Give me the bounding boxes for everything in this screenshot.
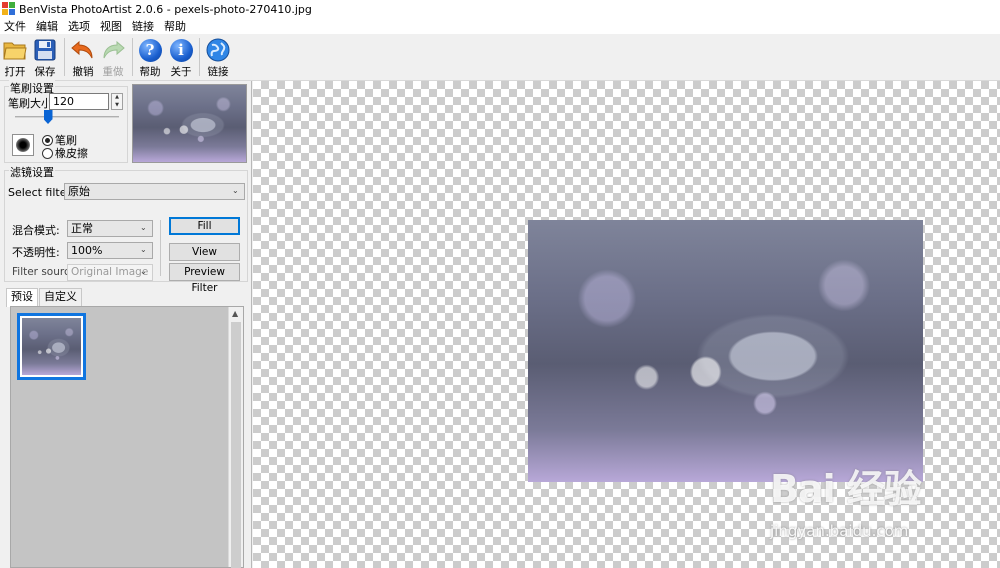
watermark-logo: Bai 经验 — [770, 467, 922, 511]
preset-thumbnail[interactable] — [17, 313, 86, 380]
about-label: 关于 — [170, 66, 192, 78]
opacity-select[interactable]: 100% ⌄ — [67, 242, 153, 259]
help-question-icon: ? — [137, 37, 163, 63]
toolbar-separator — [64, 38, 65, 76]
menu-view[interactable]: 视图 — [100, 18, 122, 34]
divider — [160, 220, 161, 276]
view-original-button[interactable]: View Original — [169, 243, 240, 274]
tab-presets[interactable]: 预设 — [6, 288, 38, 307]
preset-scrollbar[interactable]: ▲ — [228, 307, 243, 568]
about-button[interactable]: i 关于 — [166, 37, 196, 79]
floppy-disk-icon — [32, 37, 58, 63]
undo-arrow-icon — [70, 37, 96, 63]
chevron-down-icon: ⌄ — [140, 267, 147, 276]
preset-image — [22, 318, 81, 375]
brush-size-stepper[interactable]: ▲ ▼ — [111, 93, 123, 110]
opacity-value: 100% — [71, 244, 103, 257]
redo-button[interactable]: 重做 — [98, 37, 128, 79]
preset-tabs: 预设 自定义 — [6, 288, 83, 307]
save-label: 保存 — [34, 66, 56, 78]
title-bar: BenVista PhotoArtist 2.0.6 - pexels-phot… — [0, 0, 1000, 18]
folder-open-icon — [2, 37, 28, 63]
globe-icon — [205, 37, 231, 63]
brush-size-input[interactable]: 120 — [49, 93, 109, 110]
main-photo[interactable] — [528, 220, 923, 482]
menu-edit[interactable]: 编辑 — [36, 18, 58, 34]
blend-mode-label: 混合模式: — [12, 224, 60, 237]
fill-button[interactable]: Fill — [169, 217, 240, 235]
navigator-thumbnail[interactable] — [132, 84, 247, 163]
scroll-up-icon[interactable]: ▲ — [232, 309, 238, 318]
filter-select[interactable]: 原始 ⌄ — [64, 183, 245, 200]
link-label: 链接 — [207, 66, 229, 78]
preview-filter-button[interactable]: Preview Filter — [169, 263, 240, 294]
menu-link[interactable]: 链接 — [132, 18, 154, 34]
radio-dot — [42, 134, 53, 146]
menu-bar: 文件 编辑 选项 视图 链接 帮助 — [0, 18, 1000, 34]
chevron-down-icon: ⌄ — [232, 186, 239, 195]
toolbar-separator — [132, 38, 133, 76]
watermark-url: jingyan.baidu.com — [770, 522, 909, 540]
radio-dot — [42, 147, 53, 159]
menu-file[interactable]: 文件 — [4, 18, 26, 34]
settings-panel: 笔刷设置 笔刷大小: 120 ▲ ▼ 笔刷 橡皮擦 滤镜设置 Select fil… — [0, 80, 252, 568]
baidu-watermark: Bai 经验 jingyan.baidu.com — [770, 458, 990, 548]
chevron-down-icon: ⌄ — [140, 245, 147, 254]
link-button[interactable]: 链接 — [203, 37, 233, 79]
blend-mode-value: 正常 — [71, 222, 93, 235]
filter-source-value: Original Image — [71, 266, 149, 278]
open-label: 打开 — [4, 66, 26, 78]
filter-settings-title: 滤镜设置 — [9, 164, 55, 180]
undo-button[interactable]: 撤销 — [68, 37, 98, 79]
toolbar-separator — [199, 38, 200, 76]
blend-mode-select[interactable]: 正常 ⌄ — [67, 220, 153, 237]
tab-custom[interactable]: 自定义 — [39, 288, 82, 306]
help-button[interactable]: ? 帮助 — [135, 37, 165, 79]
scrollbar-thumb[interactable] — [231, 322, 241, 568]
help-label: 帮助 — [139, 66, 161, 78]
window-title: BenVista PhotoArtist 2.0.6 - pexels-phot… — [19, 2, 312, 16]
opacity-label: 不透明性: — [12, 246, 60, 259]
redo-arrow-icon — [100, 37, 126, 63]
brush-tip-icon — [16, 138, 30, 152]
preset-list: ▲ — [10, 306, 244, 568]
eraser-mode-label: 橡皮擦 — [55, 147, 88, 160]
open-button[interactable]: 打开 — [0, 37, 30, 79]
menu-options[interactable]: 选项 — [68, 18, 90, 34]
toolbar: 打开 保存 撤销 重做 ? 帮助 i 关于 链接 — [0, 34, 1000, 81]
redo-label: 重做 — [102, 66, 124, 78]
chevron-down-icon: ⌄ — [140, 223, 147, 232]
info-icon: i — [168, 37, 194, 63]
save-button[interactable]: 保存 — [30, 37, 60, 79]
eraser-mode-radio[interactable]: 橡皮擦 — [42, 145, 88, 161]
menu-help[interactable]: 帮助 — [164, 18, 186, 34]
brush-size-slider-track — [15, 116, 119, 118]
filter-source-select[interactable]: Original Image ⌄ — [67, 264, 153, 281]
filter-select-value: 原始 — [68, 185, 90, 198]
brush-preview — [12, 134, 34, 156]
undo-label: 撤销 — [72, 66, 94, 78]
app-icon — [2, 2, 16, 16]
